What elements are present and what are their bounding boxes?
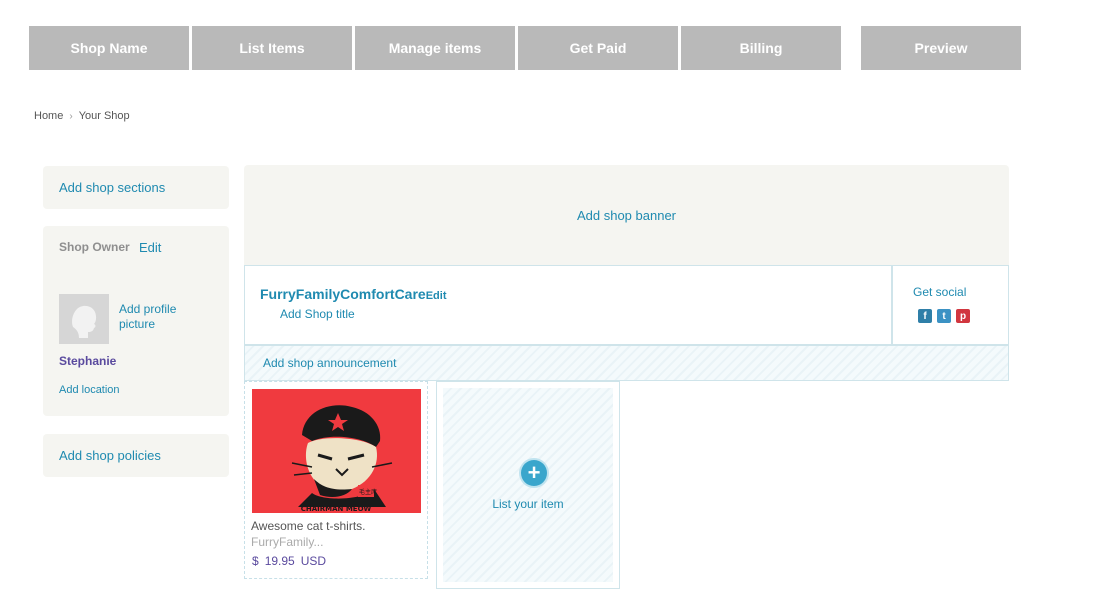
social-icons: f t p — [918, 309, 970, 323]
add-shop-sections-link[interactable]: Add shop sections — [59, 180, 165, 195]
shop-name-edit-link[interactable]: Edit — [426, 290, 447, 302]
list-item-card[interactable]: + List your item — [436, 381, 620, 589]
pinterest-icon[interactable]: p — [956, 309, 970, 323]
shop-owner-label: Shop Owner — [59, 240, 130, 254]
avatar-silhouette-icon — [59, 294, 109, 344]
add-shop-banner-link[interactable]: Add shop banner — [577, 208, 676, 223]
breadcrumb: Home › Your Shop — [34, 110, 130, 122]
shop-name-heading: FurryFamilyComfortCareEdit — [260, 286, 446, 302]
item-currency-symbol: $ — [252, 554, 259, 568]
owner-name[interactable]: Stephanie — [59, 354, 116, 368]
item-image-caption: CHAIRMAN MEOW — [301, 505, 372, 513]
item-currency-code: USD — [300, 554, 327, 568]
add-shop-announcement-link[interactable]: Add shop announcement — [263, 356, 396, 370]
tab-shop-name[interactable]: Shop Name — [29, 26, 189, 70]
shop-owner-panel: Shop Owner Edit Add profile picture Step… — [43, 226, 229, 416]
get-social-link[interactable]: Get social — [913, 285, 966, 299]
item-image[interactable]: 毛主席 CHAIRMAN MEOW — [252, 389, 421, 513]
social-panel: Get social f t p — [892, 265, 1009, 345]
list-your-item-link[interactable]: List your item — [443, 497, 613, 511]
shop-sections-panel: Add shop sections — [43, 166, 229, 209]
twitter-icon[interactable]: t — [937, 309, 951, 323]
top-nav-tabs: Shop Name List Items Manage items Get Pa… — [29, 26, 1029, 70]
tab-get-paid[interactable]: Get Paid — [518, 26, 678, 70]
item-price-value: 19.95 — [264, 554, 295, 568]
facebook-icon[interactable]: f — [918, 309, 932, 323]
list-item-placeholder: + List your item — [443, 388, 613, 582]
add-location-link[interactable]: Add location — [59, 384, 120, 396]
breadcrumb-separator: › — [69, 110, 73, 122]
add-shop-policies-link[interactable]: Add shop policies — [59, 448, 161, 463]
shop-info-panel: FurryFamilyComfortCareEdit Add Shop titl… — [244, 265, 892, 345]
breadcrumb-home[interactable]: Home — [34, 110, 63, 122]
item-shop-name: FurryFamily... — [251, 535, 324, 549]
tab-manage-items[interactable]: Manage items — [355, 26, 515, 70]
plus-icon[interactable]: + — [521, 460, 547, 486]
breadcrumb-current: Your Shop — [78, 110, 130, 122]
shop-owner-edit-link[interactable]: Edit — [139, 240, 161, 255]
tab-preview[interactable]: Preview — [861, 26, 1021, 70]
shop-banner-area[interactable]: Add shop banner — [244, 165, 1009, 265]
item-card[interactable]: 毛主席 CHAIRMAN MEOW Awesome cat t-shirts. … — [244, 381, 428, 579]
chairman-meow-image: 毛主席 CHAIRMAN MEOW — [252, 389, 421, 513]
avatar[interactable] — [59, 294, 109, 344]
shop-policies-panel: Add shop policies — [43, 434, 229, 477]
add-shop-title-link[interactable]: Add Shop title — [280, 307, 355, 321]
item-title[interactable]: Awesome cat t-shirts. — [251, 519, 365, 533]
shop-name: FurryFamilyComfortCare — [260, 286, 426, 302]
item-price: $ 19.95 USD — [252, 554, 326, 568]
tab-billing[interactable]: Billing — [681, 26, 841, 70]
item-image-stamp: 毛主席 — [359, 488, 377, 496]
shop-announcement-area[interactable]: Add shop announcement — [244, 345, 1009, 381]
add-profile-picture-link[interactable]: Add profile picture — [119, 302, 209, 332]
tab-list-items[interactable]: List Items — [192, 26, 352, 70]
